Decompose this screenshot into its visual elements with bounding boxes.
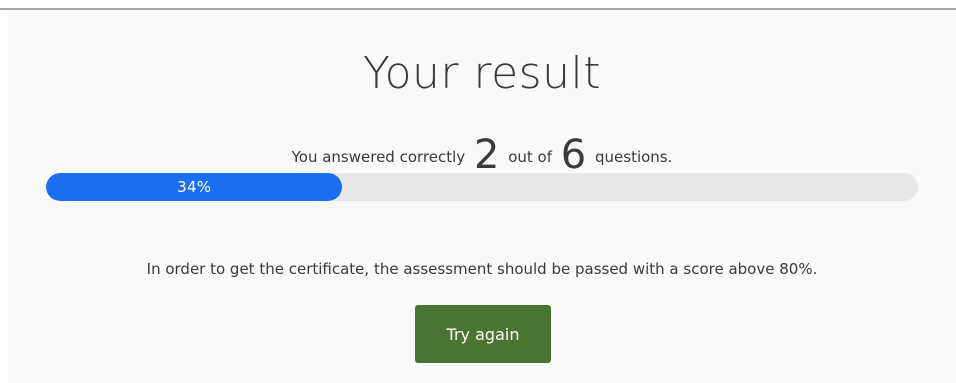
certificate-requirement-text: In order to get the certificate, the ass… [146, 260, 818, 278]
summary-suffix: questions. [595, 148, 673, 166]
result-card: Your result You answered correctly 2 out… [8, 10, 956, 383]
summary-prefix: You answered correctly [291, 148, 466, 166]
score-percent-label: 34% [177, 178, 212, 196]
try-again-button[interactable]: Try again [415, 305, 551, 363]
correct-count: 2 [473, 132, 500, 178]
page-title: Your result [363, 48, 601, 99]
score-progress-fill: 34% [46, 173, 343, 201]
total-count: 6 [560, 132, 587, 178]
score-progress-bar: 34% [46, 173, 918, 201]
score-summary: You answered correctly 2 out of 6 questi… [8, 135, 956, 175]
summary-middle: out of [508, 148, 552, 166]
